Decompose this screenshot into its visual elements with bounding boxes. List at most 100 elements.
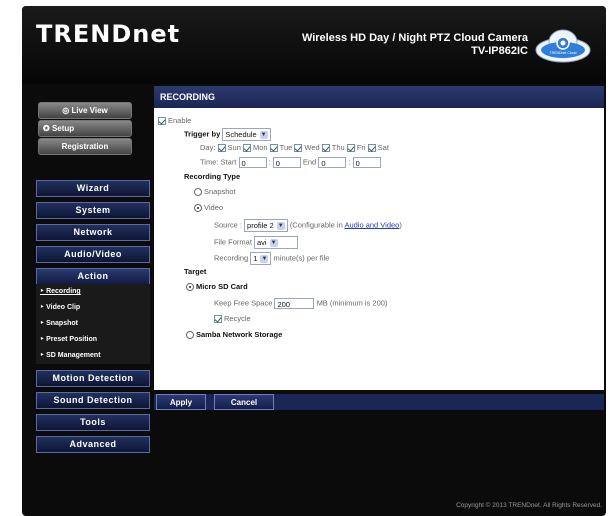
source-label: Source : [214, 220, 242, 230]
micro-sd-row: Micro SD Card [186, 282, 248, 292]
day-label: Day: [200, 143, 216, 152]
nav-motion-detection[interactable]: Motion Detection [36, 370, 150, 387]
start-hour-input[interactable]: 0 [238, 157, 267, 168]
cloud-icon-label: TRENDnet Cloud [549, 51, 576, 55]
recycle-label: Recycle [224, 314, 251, 323]
day-thu-label: Thu [331, 143, 345, 152]
gear-icon: ✪ [43, 124, 52, 133]
samba-label: Samba Network Storage [196, 330, 283, 339]
video-radio[interactable] [194, 204, 202, 213]
source-note: (Configurable in [289, 220, 343, 230]
format-select[interactable]: avi ▼ [254, 236, 299, 249]
registration-button[interactable]: Registration [38, 138, 132, 155]
time-end-label: End [302, 157, 317, 167]
nav-audio-video[interactable]: Audio/Video [36, 246, 150, 263]
day-wed-checkbox[interactable] [294, 144, 303, 153]
chevron-down-icon: ▼ [260, 255, 269, 264]
per-file-label: Recording [214, 253, 249, 263]
format-label: File Format [214, 237, 252, 247]
action-submenu: ‣ Recording ‣ Video Clip ‣ Snapshot ‣ Pr… [36, 284, 150, 364]
recycle-row: Recycle [214, 314, 251, 324]
trigger-row: Trigger by Schedule ▼ [184, 128, 271, 141]
keep-free-label: Keep Free Space [214, 298, 273, 308]
product-model: TV-IP862IC [471, 45, 528, 57]
setup-button[interactable]: ✪ Setup [38, 120, 132, 137]
product-title: Wireless HD Day / Night PTZ Cloud Camera… [278, 32, 528, 58]
chevron-down-icon: ▼ [269, 239, 278, 248]
samba-radio[interactable] [186, 331, 194, 340]
nav-wizard[interactable]: Wizard [36, 180, 150, 197]
nav-tools[interactable]: Tools [36, 414, 150, 431]
apply-button[interactable]: Apply [156, 394, 206, 410]
copyright-text: Copyright © 2013 TRENDnet. All Rights Re… [456, 502, 602, 509]
keep-free-row: Keep Free Space 200 MB (minimum is 200) [214, 298, 387, 309]
day-sat-label: Sat [377, 143, 389, 152]
day-thu-checkbox[interactable] [321, 144, 330, 153]
sub-snapshot[interactable]: ‣ Snapshot [36, 316, 150, 332]
end-hour-input[interactable]: 0 [318, 157, 347, 168]
day-fri-checkbox[interactable] [346, 144, 355, 153]
per-file-select[interactable]: 1 ▼ [250, 252, 272, 265]
enable-row: Enable [158, 116, 192, 126]
nav-action[interactable]: Action [36, 268, 150, 285]
chevron-down-icon: ▼ [259, 131, 268, 140]
day-mon-checkbox[interactable] [242, 144, 251, 153]
day-sun-checkbox[interactable] [217, 144, 226, 153]
day-mon-label: Mon [252, 143, 268, 152]
live-view-button[interactable]: ◎ Live View [38, 102, 132, 119]
trigger-label: Trigger by [184, 129, 221, 139]
snapshot-radio[interactable] [194, 188, 202, 197]
chevron-down-icon: ▼ [276, 222, 285, 231]
nav-advanced[interactable]: Advanced [36, 436, 150, 453]
target-label: Target [184, 267, 207, 276]
keep-free-unit: MB (minimum is 200) [316, 298, 388, 308]
day-wed-label: Wed [304, 143, 320, 152]
snapshot-label: Snapshot [204, 187, 236, 196]
per-file-unit: minute(s) per file [273, 253, 330, 263]
micro-sd-label: Micro SD Card [196, 282, 248, 291]
start-minute-input[interactable]: 0 [272, 157, 301, 168]
day-sun-label: Sun [227, 143, 241, 152]
nav-network[interactable]: Network [36, 224, 150, 241]
recording-panel: RECORDING Enable Trigger by Schedule ▼ Da… [154, 86, 604, 390]
sidebar: ◎ Live View ✪ Setup Registration Wizard … [22, 86, 150, 453]
video-label: Video [204, 203, 224, 212]
app-frame: TRENDnet Wireless HD Day / Night PTZ Clo… [22, 6, 606, 516]
sub-sd-management[interactable]: ‣ SD Management [36, 348, 150, 364]
enable-checkbox[interactable] [158, 117, 166, 126]
enable-label: Enable [168, 116, 192, 125]
recording-type-label: Recording Type [184, 172, 241, 181]
live-view-label: Live View [71, 106, 108, 115]
sub-recording[interactable]: ‣ Recording [36, 284, 150, 300]
nav-system[interactable]: System [36, 202, 150, 219]
time-start-label: Time: Start [200, 157, 237, 167]
sub-preset-position[interactable]: ‣ Preset Position [36, 332, 150, 348]
samba-row: Samba Network Storage [186, 330, 283, 340]
recycle-checkbox[interactable] [214, 315, 222, 324]
micro-sd-radio[interactable] [186, 283, 194, 292]
keep-free-input[interactable]: 200 [274, 298, 315, 309]
snapshot-row: Snapshot [194, 187, 236, 197]
nav-sound-detection[interactable]: Sound Detection [36, 392, 150, 409]
cloud-icon: TRENDnet Cloud [535, 29, 591, 63]
source-note-end: ) [399, 220, 402, 230]
per-file-row: Recording 1 ▼ minute(s) per file [214, 252, 329, 265]
format-row: File Format avi ▼ [214, 236, 299, 249]
end-minute-input[interactable]: 0 [352, 157, 381, 168]
time-row: Time: Start 0 : 0 End 0 : 0 [200, 157, 381, 168]
sub-video-clip[interactable]: ‣ Video Clip [36, 300, 150, 316]
day-tue-label: Tue [279, 143, 293, 152]
day-sat-checkbox[interactable] [367, 144, 376, 153]
panel-title: RECORDING [154, 86, 604, 108]
setup-label: Setup [51, 124, 75, 133]
action-button-bar: Apply Cancel [154, 394, 604, 410]
cancel-button[interactable]: Cancel [214, 394, 274, 410]
day-tue-checkbox[interactable] [269, 144, 278, 153]
trigger-select[interactable]: Schedule ▼ [222, 128, 271, 141]
audio-video-link[interactable]: Audio and Video [344, 220, 399, 229]
top-header: TRENDnet Wireless HD Day / Night PTZ Clo… [22, 6, 606, 84]
day-row: Day: Sun Mon Tue Wed Thu Fri Sat [200, 143, 389, 153]
source-select[interactable]: profile 2 ▼ [244, 219, 288, 232]
trendnet-logo: TRENDnet [36, 20, 181, 48]
video-row: Video [194, 203, 224, 213]
